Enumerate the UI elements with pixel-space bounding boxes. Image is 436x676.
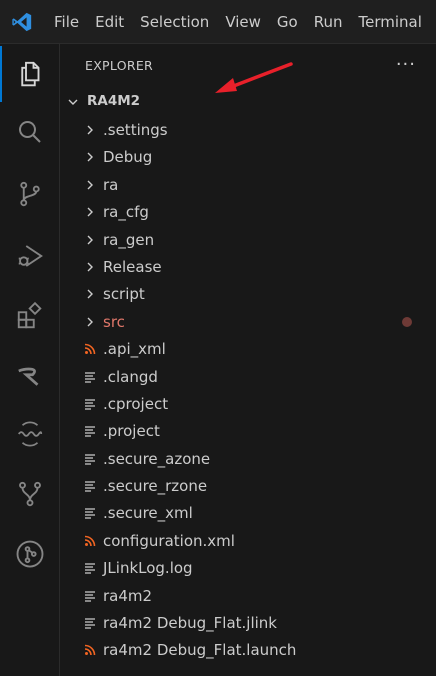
tree-file-item[interactable]: configuration.xml	[61, 527, 436, 554]
activity-bar	[0, 44, 60, 676]
tree-file-item[interactable]: ra4m2 Debug_Flat.jlink	[61, 609, 436, 636]
text-file-icon	[83, 396, 97, 412]
tree-folder-item[interactable]: ra	[61, 171, 436, 198]
chevron-right-icon	[83, 204, 97, 220]
extensions-icon[interactable]	[0, 288, 60, 344]
file-tree: .settings Debug ra ra_cfg ra_gen Release scrip…	[61, 116, 436, 664]
tree-file-item[interactable]: .api_xml	[61, 335, 436, 362]
tree-item-label: .project	[103, 422, 160, 441]
menu-file[interactable]: File	[44, 0, 87, 44]
tree-item-label: src	[103, 312, 125, 331]
tree-item-label: ra4m2	[103, 586, 153, 605]
run-debug-icon[interactable]	[0, 228, 60, 284]
source-control-icon[interactable]	[0, 166, 60, 222]
explorer-panel: EXPLORER ··· RA4M2 .settings Debug ra ra_cf…	[61, 44, 436, 676]
tree-item-label: .clangd	[103, 367, 158, 386]
tree-file-item[interactable]: .project	[61, 417, 436, 444]
tree-folder-item[interactable]: ra_gen	[61, 226, 436, 253]
rss-file-icon	[83, 341, 97, 357]
renesas-icon[interactable]	[0, 348, 60, 404]
menu-selection[interactable]: Selection	[132, 0, 217, 44]
git-branch-icon[interactable]	[0, 526, 60, 582]
chevron-right-icon	[83, 122, 97, 138]
tree-item-label: script	[103, 285, 145, 304]
menu-edit[interactable]: Edit	[87, 0, 132, 44]
tree-item-label: .secure_rzone	[103, 477, 208, 496]
chevron-right-icon	[83, 259, 97, 275]
text-file-icon	[83, 615, 97, 631]
serial-monitor-icon[interactable]	[0, 406, 60, 462]
text-file-icon	[83, 451, 97, 467]
workspace-root-label: RA4M2	[87, 93, 141, 109]
tree-file-item[interactable]: .cproject	[61, 390, 436, 417]
tree-folder-item[interactable]: Debug	[61, 143, 436, 170]
tree-file-item[interactable]: .secure_rzone	[61, 472, 436, 499]
text-file-icon	[83, 369, 97, 385]
text-file-icon	[83, 560, 97, 576]
tree-folder-item[interactable]: script	[61, 280, 436, 307]
chevron-right-icon	[83, 149, 97, 165]
tree-item-label: Release	[103, 257, 162, 276]
tree-item-label: .settings	[103, 121, 168, 139]
tree-item-label: ra_cfg	[103, 203, 149, 222]
tree-item-label: .secure_xml	[103, 504, 193, 523]
chevron-right-icon	[83, 286, 97, 302]
tree-file-item[interactable]: .secure_xml	[61, 499, 436, 526]
tree-file-item[interactable]: .secure_azone	[61, 445, 436, 472]
tree-item-label: ra4m2 Debug_Flat.launch	[103, 641, 297, 660]
menu-go[interactable]: Go	[269, 0, 306, 44]
tree-folder-item[interactable]: src	[61, 308, 436, 335]
menu-run[interactable]: Run	[306, 0, 351, 44]
tree-file-item[interactable]: JLinkLog.log	[61, 554, 436, 581]
tree-item-label: .secure_azone	[103, 449, 211, 468]
text-file-icon	[83, 505, 97, 521]
vscode-logo-icon	[0, 0, 44, 44]
tree-item-label: ra_gen	[103, 230, 155, 249]
git-graph-icon[interactable]	[0, 466, 60, 522]
explorer-title: EXPLORER	[85, 58, 154, 73]
menu-view[interactable]: View	[217, 0, 269, 44]
tree-file-item[interactable]: ra4m2 Debug_Flat.launch	[61, 636, 436, 663]
search-icon[interactable]	[0, 104, 60, 160]
tree-item-label: ra4m2 Debug_Flat.jlink	[103, 614, 277, 633]
text-file-icon	[83, 478, 97, 494]
title-bar: File Edit Selection View Go Run Terminal	[0, 0, 436, 44]
chevron-down-icon	[68, 99, 78, 105]
rss-file-icon	[83, 642, 97, 658]
text-file-icon	[83, 423, 97, 439]
menu-terminal[interactable]: Terminal	[351, 0, 430, 44]
tree-item-label: configuration.xml	[103, 531, 235, 550]
tree-folder-item[interactable]: .settings	[61, 116, 436, 143]
text-file-icon	[83, 588, 97, 604]
chevron-right-icon	[83, 232, 97, 248]
tree-item-label: ra	[103, 175, 119, 194]
tree-item-label: JLinkLog.log	[103, 559, 193, 578]
tree-item-label: .cproject	[103, 394, 169, 413]
tree-folder-item[interactable]: Release	[61, 253, 436, 280]
tree-file-item[interactable]: ra4m2	[61, 582, 436, 609]
more-actions-icon[interactable]: ···	[396, 54, 416, 75]
chevron-right-icon	[83, 314, 97, 330]
tree-folder-item[interactable]: ra_cfg	[61, 198, 436, 225]
chevron-right-icon	[83, 177, 97, 193]
rss-file-icon	[83, 533, 97, 549]
explorer-icon[interactable]	[0, 46, 60, 102]
annotation-arrow	[215, 62, 293, 93]
modified-indicator-dot	[402, 316, 412, 327]
tree-item-label: Debug	[103, 148, 153, 167]
tree-item-label: .api_xml	[103, 340, 166, 359]
tree-file-item[interactable]: .clangd	[61, 363, 436, 390]
